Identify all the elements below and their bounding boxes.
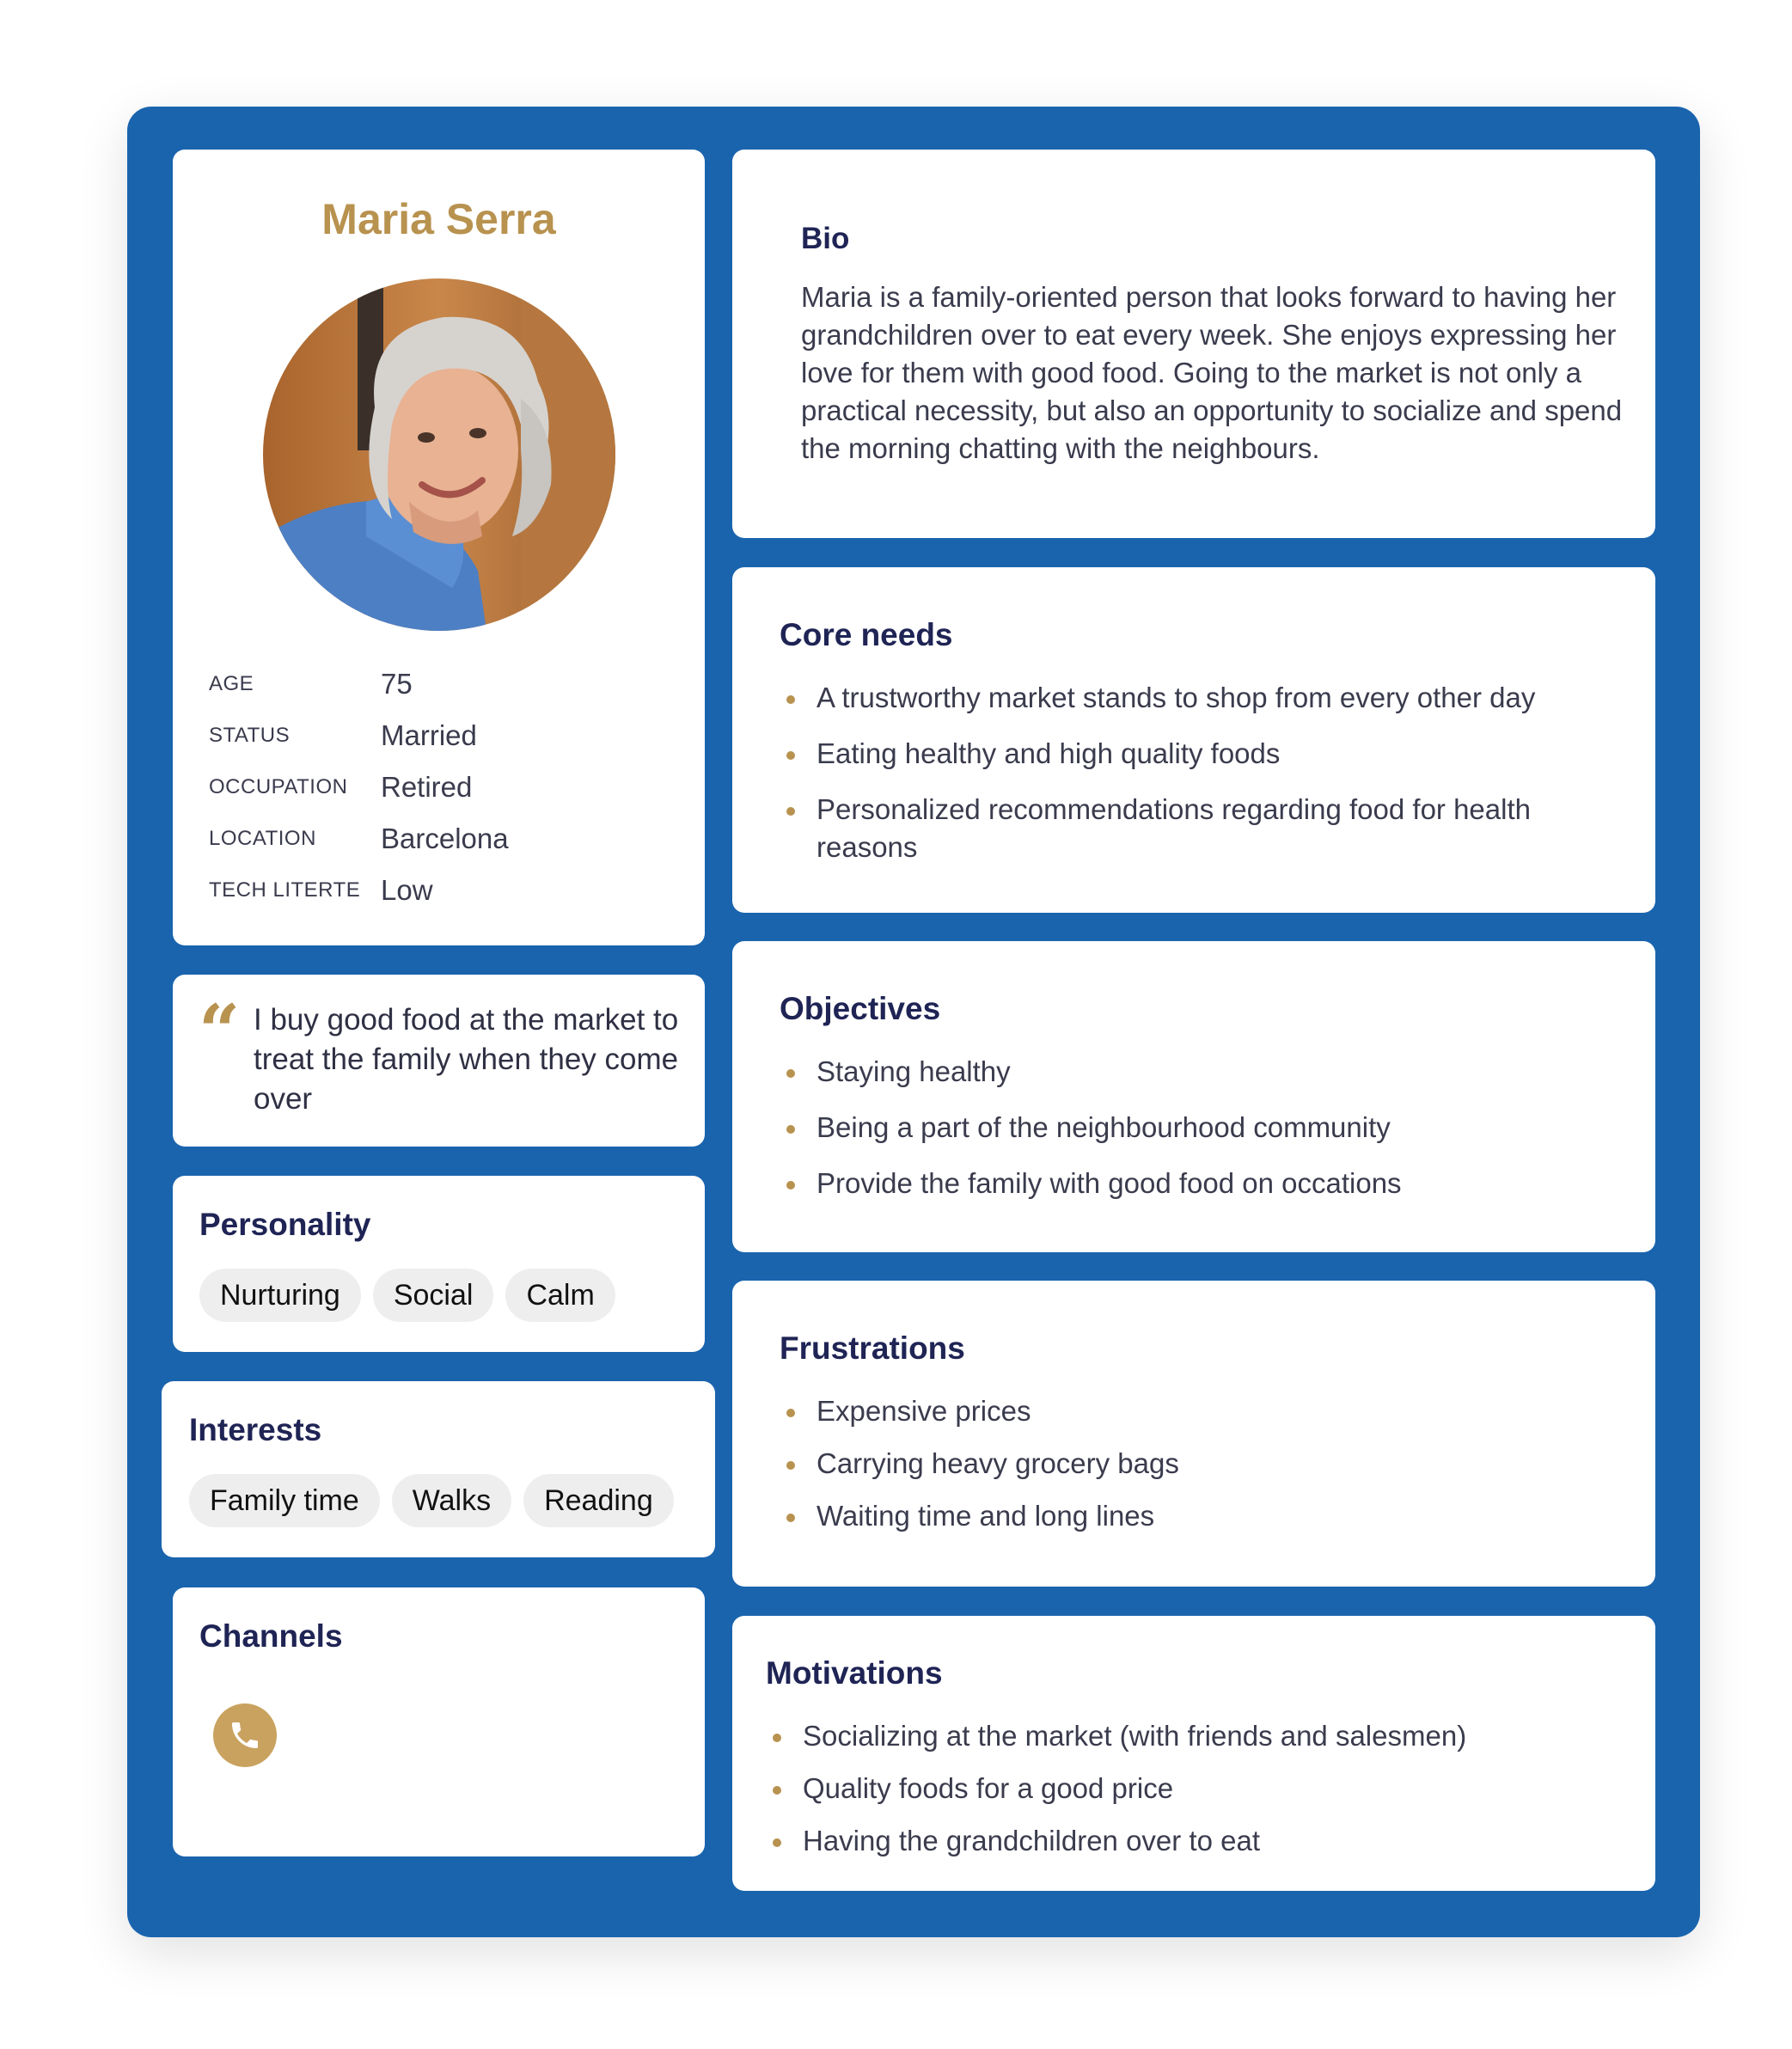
objectives-card: Objectives Staying healthy Being a part … xyxy=(732,941,1655,1252)
fact-value: Low xyxy=(381,874,433,906)
frustrations-list: Expensive prices Carrying heavy grocery … xyxy=(780,1392,1622,1535)
fact-value: 75 xyxy=(381,668,413,700)
persona-name: Maria Serra xyxy=(321,195,556,243)
fact-age: AGE 75 xyxy=(209,658,690,710)
quote-text: I buy good food at the market to treat t… xyxy=(254,1003,679,1116)
tag-chip: Reading xyxy=(523,1474,674,1527)
fact-label: TECH LITERTE xyxy=(209,878,361,902)
motivations-card: Motivations Socializing at the market (w… xyxy=(732,1616,1655,1891)
channels-card: Channels xyxy=(173,1587,705,1856)
list-item: Waiting time and long lines xyxy=(780,1497,1622,1535)
bio-title: Bio xyxy=(801,222,850,255)
fact-location: LOCATION Barcelona xyxy=(209,813,690,865)
list-item: Provide the family with good food on occ… xyxy=(780,1165,1622,1202)
fact-occupation: OCCUPATION Retired xyxy=(209,761,690,813)
fact-value: Married xyxy=(381,719,477,751)
phone-icon xyxy=(213,1703,277,1767)
frustrations-title: Frustrations xyxy=(780,1330,965,1366)
avatar-photo xyxy=(263,278,615,631)
personality-card: Personality Nurturing Social Calm xyxy=(173,1176,705,1352)
quote-card: “ I buy good food at the market to treat… xyxy=(173,975,705,1147)
motivations-title: Motivations xyxy=(766,1655,943,1691)
list-item: Staying healthy xyxy=(780,1053,1622,1091)
interests-card: Interests Family time Walks Reading xyxy=(162,1381,715,1557)
core-needs-card: Core needs A trustworthy market stands t… xyxy=(732,567,1655,913)
personality-title: Personality xyxy=(199,1207,371,1242)
channels-title: Channels xyxy=(199,1618,343,1654)
list-item: Being a part of the neighbourhood commun… xyxy=(780,1109,1622,1147)
fact-tech-literacy: TECH LITERTE Low xyxy=(209,865,690,916)
quote-icon: “ xyxy=(199,988,241,1073)
fact-label: AGE xyxy=(209,672,254,695)
interests-title: Interests xyxy=(189,1412,322,1447)
fact-label: OCCUPATION xyxy=(209,775,348,798)
tag-chip: Family time xyxy=(189,1474,380,1527)
fact-value: Retired xyxy=(381,771,473,803)
fact-label: LOCATION xyxy=(209,827,316,850)
objectives-title: Objectives xyxy=(780,991,941,1026)
avatar xyxy=(263,278,615,631)
personality-tags: Nurturing Social Calm xyxy=(199,1269,615,1322)
profile-card: Maria Serra AGE 75 STATUS Married OCCUPA… xyxy=(173,150,705,945)
objectives-list: Staying healthy Being a part of the neig… xyxy=(780,1053,1622,1202)
bio-card: Bio Maria is a family-oriented person th… xyxy=(732,150,1655,538)
list-item: Having the grandchildren over to eat xyxy=(766,1822,1608,1860)
list-item: Socializing at the market (with friends … xyxy=(766,1717,1608,1755)
interests-tags: Family time Walks Reading xyxy=(189,1474,674,1527)
bio-text: Maria is a family-oriented person that l… xyxy=(801,281,1623,464)
list-item: Eating healthy and high quality foods xyxy=(780,735,1622,773)
list-item: A trustworthy market stands to shop from… xyxy=(780,679,1622,717)
core-needs-title: Core needs xyxy=(780,617,953,652)
motivations-list: Socializing at the market (with friends … xyxy=(766,1717,1608,1860)
core-needs-list: A trustworthy market stands to shop from… xyxy=(780,679,1622,866)
frustrations-card: Frustrations Expensive prices Carrying h… xyxy=(732,1281,1655,1587)
list-item: Personalized recommendations regarding f… xyxy=(780,791,1553,866)
list-item: Expensive prices xyxy=(780,1392,1622,1430)
tag-chip: Walks xyxy=(391,1474,512,1527)
list-item: Carrying heavy grocery bags xyxy=(780,1445,1622,1483)
fact-label: STATUS xyxy=(209,724,291,747)
list-item: Quality foods for a good price xyxy=(766,1770,1608,1807)
tag-chip: Social xyxy=(372,1269,494,1322)
tag-chip: Calm xyxy=(505,1269,615,1322)
fact-status: STATUS Married xyxy=(209,710,690,761)
facts-list: AGE 75 STATUS Married OCCUPATION Retired… xyxy=(209,658,690,916)
tag-chip: Nurturing xyxy=(199,1269,361,1322)
fact-value: Barcelona xyxy=(381,823,509,854)
